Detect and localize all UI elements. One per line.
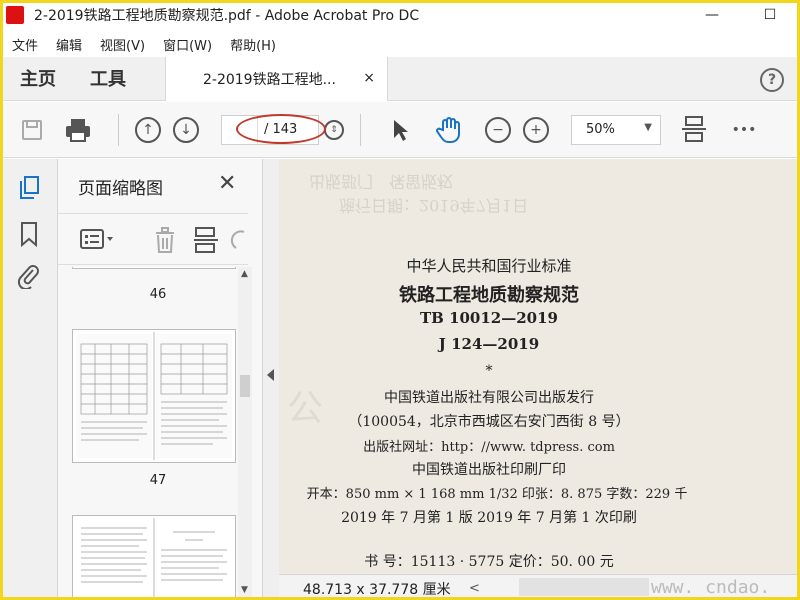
thumbnail-label: 46 xyxy=(149,287,167,302)
bookmark-icon[interactable] xyxy=(17,221,41,247)
maximize-button[interactable]: ☐ xyxy=(750,0,790,30)
menu-bar: 文件 编辑 视图(V) 窗口(W) 帮助(H) xyxy=(0,31,800,57)
next-page-button[interactable]: ↓ xyxy=(172,116,200,144)
doc-line-edition: 2019 年 7 月第 1 版 2019 年 7 月第 1 次印刷 xyxy=(341,510,637,526)
bleed-through-text: 出版部门 保留版权 xyxy=(309,172,454,191)
hand-tool-button[interactable] xyxy=(435,116,463,144)
arrow-down-icon: ↓ xyxy=(173,117,199,143)
doc-line-publisher: 中国铁道出版社有限公司出版发行 xyxy=(384,390,594,406)
menu-view[interactable]: 视图(V) xyxy=(91,35,154,54)
thumbnail-page[interactable] xyxy=(72,515,236,600)
doc-line-format: 开本：850 mm × 1 168 mm 1/32 印张：8. 875 字数：2… xyxy=(306,487,688,502)
print-button[interactable] xyxy=(64,116,92,144)
tab-document[interactable]: 2-2019铁路工程地... × xyxy=(165,57,388,101)
doc-line-code-j: J 124—2019 xyxy=(438,335,540,353)
toolbar-separator xyxy=(360,114,361,146)
fit-page-button[interactable] xyxy=(680,116,708,144)
panel-close-icon[interactable]: ✕ xyxy=(218,171,236,196)
doc-line-star: * xyxy=(485,363,493,379)
scrollbar-thumb[interactable] xyxy=(240,375,250,397)
thumbnail-scrollbar[interactable]: ▲ ▼ xyxy=(238,267,252,600)
thumbnail-page[interactable] xyxy=(72,329,236,463)
zoom-out-button[interactable]: − xyxy=(484,116,512,144)
tab-close-icon[interactable]: × xyxy=(363,70,375,86)
rotate-icon[interactable] xyxy=(230,228,246,252)
tab-home[interactable]: 主页 xyxy=(20,65,56,91)
page-dimensions: 48.713 x 37.778 厘米 xyxy=(303,582,451,598)
plus-icon: + xyxy=(523,117,549,143)
minimize-icon: — xyxy=(705,7,719,23)
bleed-through-text: 施行日期：2019年7月1日 xyxy=(339,196,529,215)
save-icon xyxy=(22,120,42,140)
tab-document-label: 2-2019铁路工程地... xyxy=(203,72,336,88)
annotation-ellipse xyxy=(236,114,326,144)
toolbar: ↑ ↓ / 143 ⇕ − + 50% ▼ ••• xyxy=(0,102,800,158)
hand-icon xyxy=(436,117,460,143)
doc-line-isbn-price: 书 号：15113 · 5775 定价：50. 00 元 xyxy=(364,554,614,570)
doc-line-website: 出版社网址：http：//www. tdpress. com xyxy=(363,440,615,455)
doc-line-standard-type: 中华人民共和国行业标准 xyxy=(406,257,572,275)
print-icon xyxy=(66,119,90,142)
collapse-panel-icon[interactable] xyxy=(267,369,274,381)
scroll-down-icon[interactable]: ▼ xyxy=(241,585,248,595)
toolbar-separator xyxy=(118,114,119,146)
options-menu-icon[interactable] xyxy=(80,228,116,250)
cursor-arrow-icon xyxy=(394,120,408,141)
doc-line-title: 铁路工程地质勘察规范 xyxy=(399,285,579,306)
thumbnail-preview xyxy=(81,518,227,600)
arrow-up-icon: ↑ xyxy=(135,117,161,143)
acrobat-app-icon xyxy=(6,6,24,24)
page-thumbnails-icon[interactable] xyxy=(17,175,41,201)
trash-icon[interactable] xyxy=(152,226,178,254)
horizontal-scrollbar[interactable] xyxy=(519,578,649,596)
menu-window[interactable]: 窗口(W) xyxy=(154,35,221,54)
doc-line-printer: 中国铁道出版社印刷厂印 xyxy=(412,462,566,478)
panel-splitter[interactable] xyxy=(263,159,279,600)
save-button[interactable] xyxy=(18,116,46,144)
document-view[interactable]: 出版部门 保留版权 施行日期：2019年7月1日 公 中华人民共和国行业标准 铁… xyxy=(279,159,800,574)
insert-pages-icon[interactable] xyxy=(193,226,219,254)
scroll-left-icon[interactable]: < xyxy=(469,581,480,596)
navigation-rail xyxy=(0,159,58,600)
zoom-select[interactable]: 50% ▼ xyxy=(571,115,661,145)
maximize-icon: ☐ xyxy=(763,7,777,23)
zoom-value: 50% xyxy=(586,122,615,137)
more-tools-button[interactable]: ••• xyxy=(730,116,758,144)
thumbnail-page[interactable] xyxy=(72,267,236,269)
select-tool-button[interactable] xyxy=(386,116,414,144)
previous-page-button[interactable]: ↑ xyxy=(134,116,162,144)
thumbnail-toolbar xyxy=(58,213,248,265)
thumbnail-preview xyxy=(76,332,232,460)
minimize-button[interactable]: — xyxy=(692,0,732,30)
watermark-text: www. cndao. com xyxy=(651,577,771,600)
doc-line-code-tb: TB 10012—2019 xyxy=(420,309,558,327)
attachment-icon[interactable] xyxy=(17,263,41,289)
tab-tools[interactable]: 工具 xyxy=(90,65,126,91)
scroll-up-icon[interactable]: ▲ xyxy=(241,269,248,279)
status-bar: 48.713 x 37.778 厘米 < www. cndao. com xyxy=(279,574,800,600)
menu-edit[interactable]: 编辑 xyxy=(47,35,91,54)
panel-title: 页面缩略图 xyxy=(78,179,163,199)
minus-icon: − xyxy=(485,117,511,143)
doc-line-address: （100054，北京市西城区右安门西街 8 号） xyxy=(348,414,630,430)
thumbnail-panel: 页面缩略图 ✕ 46 47 ▲ ▼ xyxy=(58,159,263,600)
thumbnail-list: 46 47 xyxy=(58,267,238,600)
thumbnail-label: 47 xyxy=(149,473,167,488)
stepper-icon: ⇕ xyxy=(324,120,344,140)
menu-file[interactable]: 文件 xyxy=(0,35,47,54)
window-title: 2-2019铁路工程地质勘察规范.pdf - Adobe Acrobat Pro… xyxy=(34,8,420,24)
help-icon[interactable]: ? xyxy=(760,68,784,92)
chevron-down-icon: ▼ xyxy=(644,122,652,133)
title-bar: 2-2019铁路工程地质勘察规范.pdf - Adobe Acrobat Pro… xyxy=(0,0,800,30)
fit-width-icon xyxy=(682,116,706,142)
tab-bar: 主页 工具 2-2019铁路工程地... × ? xyxy=(0,57,800,101)
zoom-in-button[interactable]: + xyxy=(522,116,550,144)
menu-help[interactable]: 帮助(H) xyxy=(221,35,285,54)
